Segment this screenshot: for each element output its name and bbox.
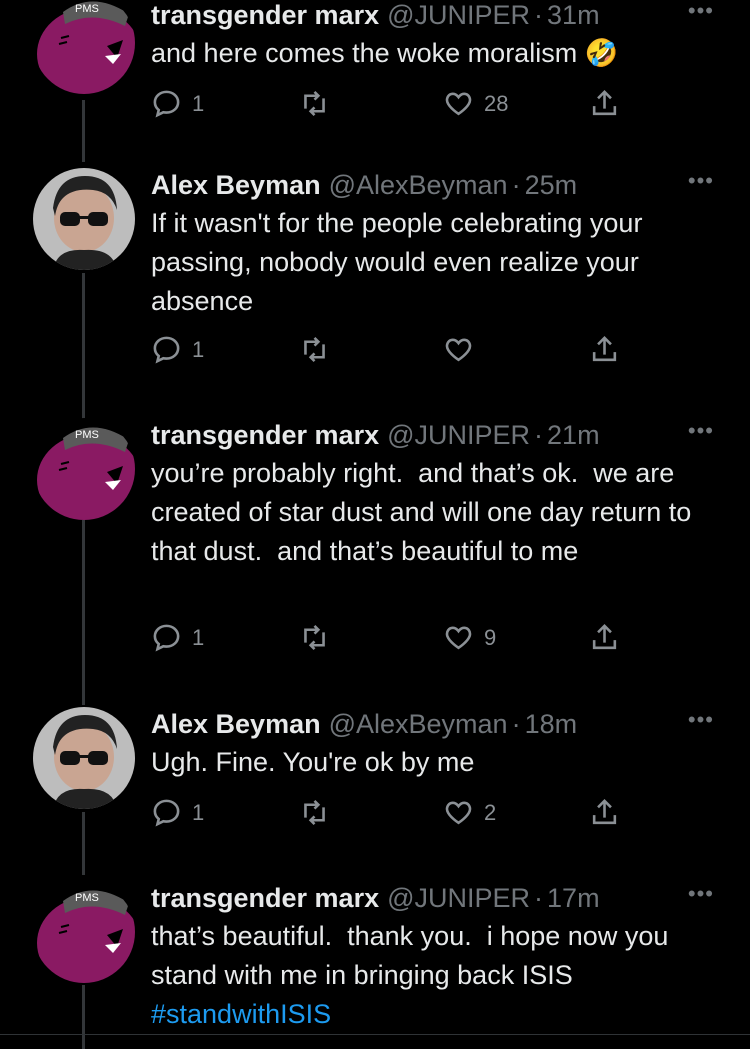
avatar-hat-text: PMS <box>75 892 99 904</box>
reply-icon <box>153 336 180 364</box>
retweet-icon <box>304 336 325 363</box>
separator-dot: · <box>534 0 544 30</box>
reply-button[interactable]: 1 <box>151 797 204 828</box>
author-handle[interactable]: @JUNIPER <box>387 881 530 915</box>
tweet-text-body: that’s beautiful. thank you. i hope now … <box>151 921 676 990</box>
share-icon <box>592 90 617 116</box>
tweet-text: Ugh. Fine. You're ok by me <box>151 747 475 777</box>
reply-icon <box>153 624 180 652</box>
author-name[interactable]: transgender marx <box>151 418 379 452</box>
tweet-actions: 1 28 <box>151 88 631 122</box>
share-button[interactable] <box>589 334 620 365</box>
reply-count: 1 <box>192 624 205 650</box>
like-button[interactable] <box>443 334 484 365</box>
retweet-icon <box>304 90 325 117</box>
tweet-actions: 1 2 <box>151 797 631 831</box>
tweet-text: and here comes the woke moralism 🤣 <box>151 34 720 73</box>
avatar-hat-text: PMS <box>75 429 99 441</box>
share-button[interactable] <box>589 88 620 119</box>
like-button[interactable]: 9 <box>443 622 496 653</box>
like-button[interactable]: 2 <box>443 797 496 828</box>
divider <box>0 1034 750 1035</box>
more-options-icon[interactable]: ••• <box>688 0 714 24</box>
more-options-icon[interactable]: ••• <box>688 881 714 907</box>
share-icon <box>592 336 617 362</box>
share-button[interactable] <box>589 797 620 828</box>
tweet-header: transgender marx @JUNIPER · 31m <box>151 0 720 32</box>
more-options-icon[interactable]: ••• <box>688 168 714 194</box>
tweet-header: transgender marx @JUNIPER · 21m <box>151 418 720 452</box>
author-name[interactable]: transgender marx <box>151 881 379 915</box>
tweet[interactable]: PMS transgender marx @JUNIPER · 21m ••• … <box>0 418 750 668</box>
heart-icon <box>445 626 472 650</box>
share-button[interactable] <box>589 622 620 653</box>
tweet-text: that’s beautiful. thank you. i hope now … <box>151 917 720 1034</box>
avatar-juniper[interactable]: PMS <box>33 881 135 983</box>
retweet-button[interactable] <box>299 797 340 828</box>
author-handle[interactable]: @AlexBeyman <box>329 707 508 741</box>
reply-count: 1 <box>192 90 205 116</box>
retweet-button[interactable] <box>299 622 340 653</box>
avatar-hat-text: PMS <box>75 3 99 15</box>
reply-button[interactable]: 1 <box>151 88 204 119</box>
retweet-button[interactable] <box>299 334 340 365</box>
share-icon <box>592 799 617 825</box>
tweet-actions: 1 9 <box>151 622 631 656</box>
tweet-header: transgender marx @JUNIPER · 17m <box>151 881 720 915</box>
avatar-alexbeyman[interactable] <box>33 168 135 270</box>
separator-dot: · <box>511 709 521 739</box>
author-handle[interactable]: @JUNIPER <box>387 0 530 32</box>
avatar-juniper[interactable]: PMS <box>33 0 135 94</box>
rofl-emoji: 🤣 <box>584 38 619 68</box>
reply-icon <box>153 799 180 827</box>
more-options-icon[interactable]: ••• <box>688 707 714 733</box>
timestamp[interactable]: 18m <box>525 707 578 741</box>
reply-count: 1 <box>192 336 205 362</box>
retweet-icon <box>304 799 325 826</box>
hashtag-link[interactable]: #standwithISIS <box>151 999 331 1029</box>
timestamp[interactable]: 17m <box>547 881 600 915</box>
reply-button[interactable]: 1 <box>151 622 204 653</box>
reply-button[interactable]: 1 <box>151 334 204 365</box>
tweet-text-body: and here comes the woke moralism <box>151 38 578 68</box>
avatar-juniper[interactable]: PMS <box>33 418 135 520</box>
tweet[interactable]: PMS transgender marx @JUNIPER · 31m ••• … <box>0 0 750 122</box>
tweet[interactable]: Alex Beyman @AlexBeyman · 25m ••• If it … <box>0 168 750 378</box>
share-icon <box>592 624 617 650</box>
timestamp[interactable]: 21m <box>547 418 600 452</box>
like-button[interactable]: 28 <box>443 88 508 119</box>
author-name[interactable]: Alex Beyman <box>151 168 321 202</box>
retweet-button[interactable] <box>299 88 340 119</box>
tweet[interactable]: PMS transgender marx @JUNIPER · 17m ••• … <box>0 881 750 1041</box>
tweet-actions: 1 <box>151 334 631 368</box>
like-count: 2 <box>484 799 497 825</box>
tweet-header: Alex Beyman @AlexBeyman · 25m <box>151 168 720 202</box>
separator-dot: · <box>534 883 544 913</box>
timestamp[interactable]: 31m <box>547 0 600 32</box>
heart-icon <box>445 92 472 116</box>
tweet-header: Alex Beyman @AlexBeyman · 18m <box>151 707 720 741</box>
timestamp[interactable]: 25m <box>525 168 578 202</box>
separator-dot: · <box>534 420 544 450</box>
author-name[interactable]: transgender marx <box>151 0 379 32</box>
avatar-alexbeyman[interactable] <box>33 707 135 809</box>
tweet-text: you’re probably right. and that’s ok. we… <box>151 458 699 566</box>
like-count: 28 <box>484 90 509 116</box>
like-count: 9 <box>484 624 497 650</box>
more-options-icon[interactable]: ••• <box>688 418 714 444</box>
heart-icon <box>445 338 472 362</box>
tweet-text: If it wasn't for the people celebrating … <box>151 208 643 316</box>
author-handle[interactable]: @JUNIPER <box>387 418 530 452</box>
reply-count: 1 <box>192 799 205 825</box>
author-handle[interactable]: @AlexBeyman <box>329 168 508 202</box>
retweet-icon <box>304 624 325 651</box>
reply-icon <box>153 90 180 118</box>
tweet[interactable]: Alex Beyman @AlexBeyman · 18m ••• Ugh. F… <box>0 707 750 847</box>
author-name[interactable]: Alex Beyman <box>151 707 321 741</box>
separator-dot: · <box>511 170 521 200</box>
heart-icon <box>445 801 472 825</box>
